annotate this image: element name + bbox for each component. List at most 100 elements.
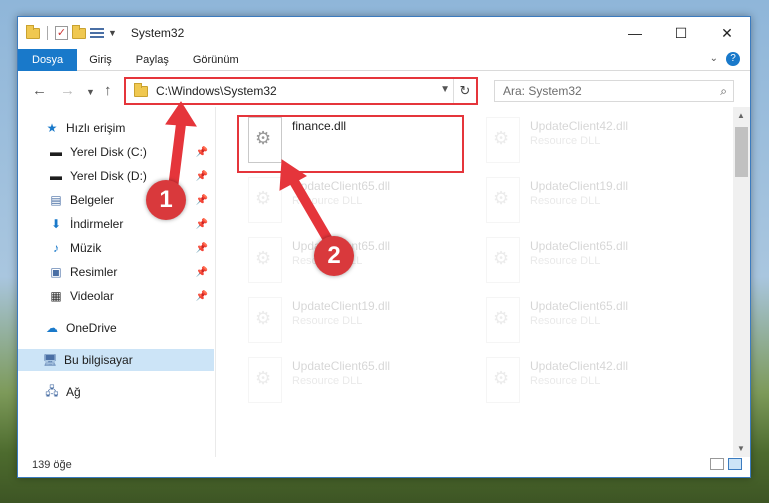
window-title: System32 bbox=[130, 26, 185, 40]
file-item[interactable]: UpdateClient65.dll Resource DLL bbox=[478, 233, 698, 287]
up-arrow-icon[interactable]: ↑ bbox=[104, 82, 112, 99]
dll-file-icon bbox=[486, 117, 520, 163]
title-bar: ✓ ▼ System32 — ☐ ✕ bbox=[18, 17, 750, 49]
dll-file-icon bbox=[248, 237, 282, 283]
sidebar-item-videos[interactable]: ▦ Videolar 📌 bbox=[48, 285, 214, 307]
back-arrow-icon[interactable]: ← bbox=[32, 82, 47, 99]
sidebar-item-local-disk-d[interactable]: ▬ Yerel Disk (D:) 📌 bbox=[48, 165, 214, 187]
properties-check-icon[interactable]: ✓ bbox=[55, 26, 68, 40]
pin-icon[interactable]: 📌 bbox=[196, 147, 208, 158]
cloud-icon: ☁ bbox=[46, 321, 58, 335]
sidebar-item-documents[interactable]: ▤ Belgeler 📌 bbox=[48, 189, 214, 211]
dll-file-icon bbox=[248, 177, 282, 223]
file-item[interactable]: UpdateClient65.dll Resource DLL bbox=[240, 353, 460, 407]
scrollbar-thumb[interactable] bbox=[735, 127, 748, 177]
file-type: Resource DLL bbox=[530, 135, 601, 147]
sidebar-item-label: Yerel Disk (C:) bbox=[70, 145, 147, 159]
pin-icon[interactable]: 📌 bbox=[196, 171, 208, 182]
file-item[interactable]: UpdateClient42.dll Resource DLL bbox=[478, 353, 698, 407]
address-dropdown-icon[interactable]: ▼ bbox=[440, 84, 450, 95]
step-2-badge: 2 bbox=[314, 236, 354, 276]
sidebar-item-label: İndirmeler bbox=[70, 217, 124, 231]
recent-locations-icon[interactable]: ▼ bbox=[86, 87, 95, 97]
file-type: Resource DLL bbox=[292, 195, 363, 207]
file-highlight-box bbox=[237, 115, 464, 173]
file-name: UpdateClient65.dll bbox=[530, 299, 629, 313]
address-bar[interactable]: C:\Windows\System32 ▼ ↻ bbox=[124, 77, 478, 105]
video-icon: ▦ bbox=[50, 289, 62, 303]
computer-icon: 🖥 bbox=[42, 353, 58, 367]
maximize-button[interactable]: ☐ bbox=[658, 17, 704, 49]
sidebar-item-label: Videolar bbox=[70, 289, 114, 303]
sidebar-item-label: Bu bilgisayar bbox=[64, 353, 133, 367]
status-bar: 139 öğe bbox=[18, 453, 750, 477]
customize-icon[interactable] bbox=[90, 27, 104, 39]
file-name: UpdateClient42.dll bbox=[530, 119, 629, 133]
folder-icon bbox=[26, 24, 40, 39]
sidebar-item-local-disk-c[interactable]: ▬ Yerel Disk (C:) 📌 bbox=[48, 141, 214, 163]
details-view-icon[interactable] bbox=[710, 458, 724, 470]
forward-arrow-icon[interactable]: → bbox=[60, 82, 75, 99]
navigation-pane: ★ Hızlı erişim ▬ Yerel Disk (C:) 📌 ▬ Yer… bbox=[18, 113, 214, 451]
pin-icon[interactable]: 📌 bbox=[196, 243, 208, 254]
search-icon[interactable]: ⌕ bbox=[720, 84, 727, 99]
navigation-bar: ← → ▼ ↑ C:\Windows\System32 ▼ ↻ Ara: Sys… bbox=[18, 75, 750, 107]
sidebar-item-quick-access[interactable]: ★ Hızlı erişim bbox=[44, 117, 214, 139]
sidebar-item-label: Hızlı erişim bbox=[66, 121, 126, 135]
scroll-down-icon[interactable]: ▼ bbox=[737, 444, 745, 453]
tab-file[interactable]: Dosya bbox=[18, 48, 78, 71]
refresh-icon[interactable]: ↻ bbox=[453, 79, 476, 103]
view-toggles bbox=[710, 458, 742, 470]
pin-icon[interactable]: 📌 bbox=[196, 291, 208, 302]
file-name: UpdateClient42.dll bbox=[530, 359, 629, 373]
network-icon: 🖧 bbox=[45, 383, 59, 398]
sidebar-item-onedrive[interactable]: ☁ OneDrive bbox=[44, 317, 214, 339]
file-item[interactable]: UpdateClient65.dll Resource DLL bbox=[478, 293, 698, 347]
dll-file-icon bbox=[248, 357, 282, 403]
file-item[interactable]: UpdateClient42.dll Resource DLL bbox=[478, 113, 698, 167]
sidebar-item-music[interactable]: ♪ Müzik 📌 bbox=[48, 237, 214, 259]
sidebar-item-network[interactable]: 🖧 Ağ bbox=[44, 381, 214, 403]
tab-share[interactable]: Paylaş bbox=[124, 49, 181, 71]
file-item[interactable]: UpdateClient19.dll Resource DLL bbox=[478, 173, 698, 227]
scroll-up-icon[interactable]: ▲ bbox=[737, 111, 745, 120]
vertical-scrollbar[interactable]: ▲ ▼ bbox=[733, 107, 750, 457]
file-name: UpdateClient65.dll bbox=[292, 359, 391, 373]
download-icon: ⬇ bbox=[50, 217, 62, 231]
search-input[interactable]: Ara: System32 ⌕ bbox=[494, 80, 734, 102]
item-count: 139 öğe bbox=[32, 459, 72, 471]
large-icons-view-icon[interactable] bbox=[728, 458, 742, 470]
file-item[interactable]: UpdateClient65.dll Resource DLL bbox=[240, 173, 460, 227]
tab-home[interactable]: Giriş bbox=[77, 49, 124, 71]
pictures-icon: ▣ bbox=[50, 265, 62, 279]
explorer-window: ✓ ▼ System32 — ☐ ✕ Dosya Giriş Paylaş Gö… bbox=[17, 16, 751, 478]
sidebar-item-label: Resimler bbox=[70, 265, 118, 279]
dll-file-icon bbox=[248, 297, 282, 343]
file-type: Resource DLL bbox=[530, 315, 601, 327]
close-button[interactable]: ✕ bbox=[704, 17, 750, 49]
file-type: Resource DLL bbox=[292, 375, 363, 387]
pin-icon[interactable]: 📌 bbox=[196, 267, 208, 278]
toolbar-divider bbox=[47, 26, 48, 40]
address-path[interactable]: C:\Windows\System32 bbox=[156, 84, 277, 98]
new-folder-icon[interactable] bbox=[72, 24, 86, 39]
sidebar-item-downloads[interactable]: ⬇ İndirmeler 📌 bbox=[48, 213, 214, 235]
pin-icon[interactable]: 📌 bbox=[196, 219, 208, 230]
help-icon[interactable]: ? bbox=[726, 52, 740, 66]
dll-file-icon bbox=[486, 237, 520, 283]
minimize-button[interactable]: — bbox=[612, 17, 658, 49]
pin-icon[interactable]: 📌 bbox=[196, 195, 208, 206]
sidebar-item-this-pc[interactable]: 🖥 Bu bilgisayar bbox=[18, 349, 214, 371]
file-type: Resource DLL bbox=[530, 195, 601, 207]
tab-view[interactable]: Görünüm bbox=[181, 49, 251, 71]
file-type: Resource DLL bbox=[530, 255, 601, 267]
toolbar-dropdown-icon[interactable]: ▼ bbox=[108, 28, 117, 38]
sidebar-item-pictures[interactable]: ▣ Resimler 📌 bbox=[48, 261, 214, 283]
sidebar-item-label: Ağ bbox=[66, 385, 81, 399]
file-item[interactable]: UpdateClient19.dll Resource DLL bbox=[240, 293, 460, 347]
drive-icon: ▬ bbox=[50, 169, 62, 183]
drive-icon: ▬ bbox=[50, 145, 62, 159]
quick-access-toolbar: ✓ ▼ bbox=[26, 24, 117, 40]
sidebar-item-label: Yerel Disk (D:) bbox=[70, 169, 147, 183]
expand-ribbon-icon[interactable]: ⌄ bbox=[710, 53, 718, 64]
